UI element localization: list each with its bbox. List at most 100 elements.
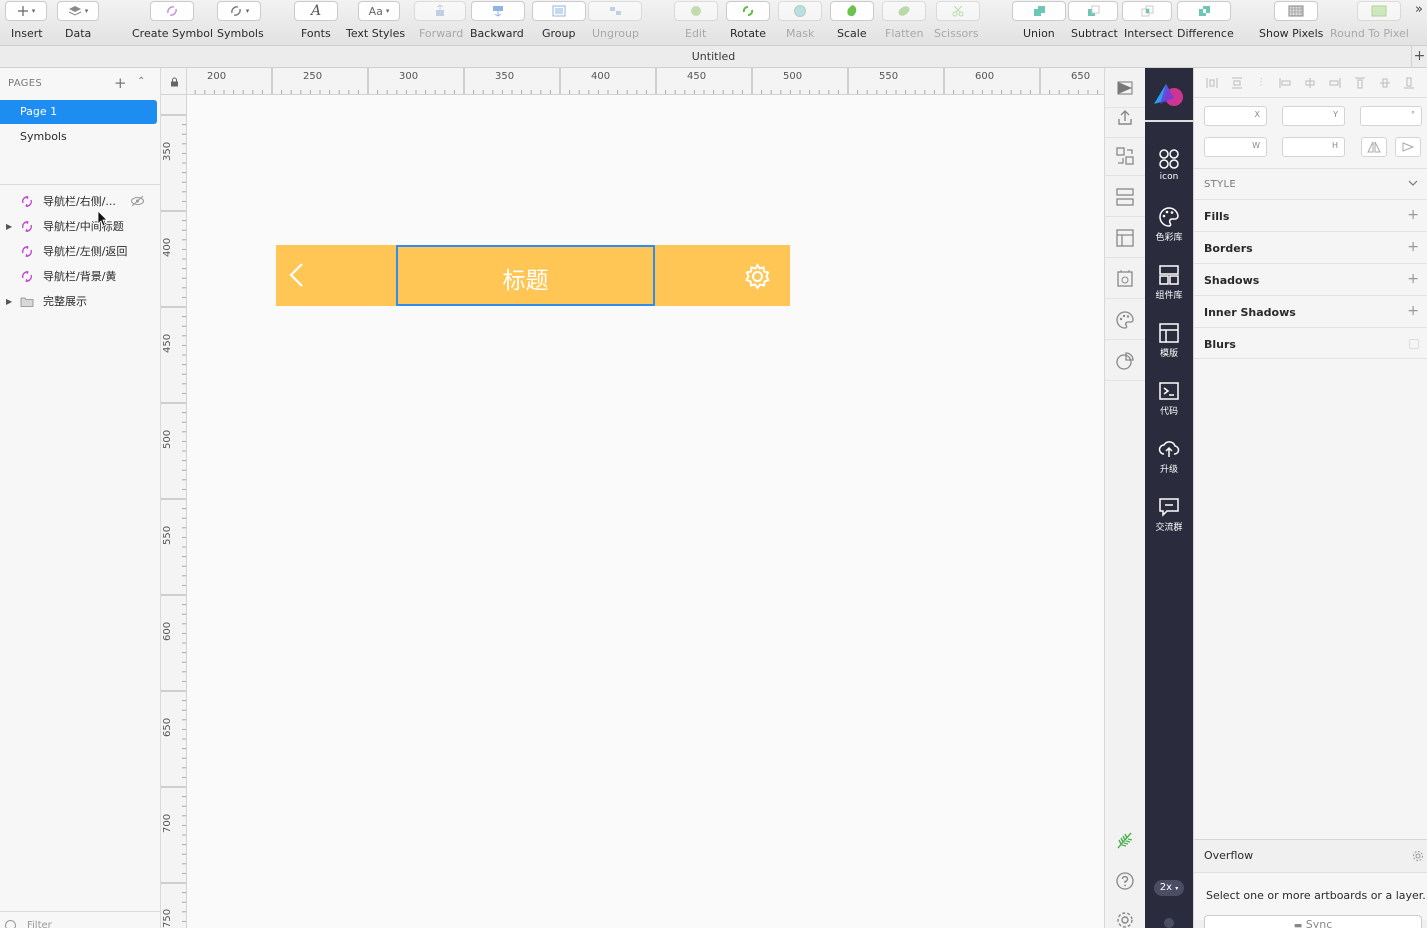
round-to-pixel-button[interactable]: Round To Pixel bbox=[1330, 0, 1410, 46]
resize-artboard-icon[interactable] bbox=[1105, 136, 1145, 176]
add-fill-plus-icon[interactable]: + bbox=[1407, 207, 1419, 223]
horizontal-ruler[interactable]: 200 250 300 350 400 450 500 550 600 650 bbox=[161, 68, 1104, 95]
align-center-horizontal-icon[interactable] bbox=[1304, 77, 1316, 89]
add-border-plus-icon[interactable]: + bbox=[1407, 239, 1419, 255]
subtract-icon bbox=[1068, 1, 1118, 21]
add-page-plus-icon[interactable]: + bbox=[114, 74, 127, 92]
lock-icon[interactable] bbox=[170, 77, 179, 87]
flip-vertical-icon[interactable] bbox=[1395, 137, 1421, 157]
icon-grid-icon bbox=[1159, 149, 1179, 169]
x-position-field[interactable]: X bbox=[1204, 106, 1267, 126]
symbol-library-icon[interactable] bbox=[1105, 259, 1145, 299]
layer-filter-bar[interactable]: Filter bbox=[0, 911, 160, 928]
hidden-eye-icon[interactable] bbox=[130, 195, 145, 207]
layer-item[interactable]: ▶ 完整展示 bbox=[0, 289, 160, 314]
fills-row[interactable]: Fills + bbox=[1194, 199, 1427, 231]
group-button[interactable]: Group bbox=[532, 0, 586, 46]
intersect-button[interactable]: Intersect bbox=[1122, 0, 1173, 46]
disclosure-triangle-icon[interactable]: ▶ bbox=[6, 214, 12, 239]
blurs-row[interactable]: Blurs bbox=[1194, 327, 1427, 359]
page-item-symbols[interactable]: Symbols bbox=[0, 125, 157, 149]
help-question-icon[interactable] bbox=[1105, 861, 1145, 901]
align-top-icon[interactable] bbox=[1354, 77, 1366, 89]
ungroup-button[interactable]: Ungroup bbox=[588, 0, 642, 46]
vertical-ruler[interactable]: 350 400 450 500 550 600 650 700 750 bbox=[161, 95, 187, 928]
add-shadow-plus-icon[interactable]: + bbox=[1407, 271, 1419, 287]
align-bottom-icon[interactable] bbox=[1403, 77, 1415, 89]
height-field[interactable]: H bbox=[1282, 137, 1345, 157]
plugin-item-upgrade[interactable]: 升级 bbox=[1145, 438, 1193, 475]
disclosure-triangle-icon[interactable]: ▶ bbox=[6, 289, 12, 314]
insert-button[interactable]: ▾ Insert bbox=[4, 0, 48, 46]
scissors-button[interactable]: Scissors bbox=[934, 0, 980, 46]
pie-chart-icon[interactable] bbox=[1105, 341, 1145, 381]
plugin-item-community[interactable]: 交流群 bbox=[1145, 496, 1193, 533]
blur-checkbox[interactable] bbox=[1409, 339, 1419, 349]
borders-row[interactable]: Borders + bbox=[1194, 231, 1427, 263]
back-arrow-icon[interactable] bbox=[288, 262, 306, 288]
spacing-icon[interactable] bbox=[1105, 177, 1145, 217]
distribute-vertical-icon[interactable] bbox=[1231, 77, 1243, 89]
collapse-pages-chevron-icon[interactable]: ⌃ bbox=[137, 76, 145, 87]
add-inner-shadow-plus-icon[interactable]: + bbox=[1407, 303, 1419, 319]
fonts-button[interactable]: A Fonts bbox=[294, 0, 338, 46]
flip-horizontal-icon[interactable] bbox=[1361, 137, 1387, 157]
create-symbol-button[interactable]: Create Symbol bbox=[131, 0, 213, 46]
rotation-field[interactable]: ° bbox=[1360, 106, 1422, 126]
layer-item[interactable]: 导航栏/背景/黄 bbox=[0, 264, 160, 289]
ungroup-label: Ungroup bbox=[592, 27, 639, 40]
backward-button[interactable]: Backward bbox=[468, 0, 526, 46]
plugin-logo-icon[interactable] bbox=[1150, 80, 1188, 110]
layers-sidebar: PAGES + ⌃ Page 1 Symbols 导航栏/右侧/... ▶ 导航… bbox=[0, 68, 161, 928]
inner-shadows-row[interactable]: Inner Shadows + bbox=[1194, 295, 1427, 327]
navigation-bar-symbol[interactable]: 标题 bbox=[276, 245, 790, 306]
rotate-button[interactable]: Rotate bbox=[726, 0, 770, 46]
color-palette-icon[interactable] bbox=[1105, 300, 1145, 340]
zoom-scale-badge[interactable]: 2x ▾ bbox=[1154, 880, 1184, 896]
settings-gear-icon[interactable] bbox=[744, 263, 771, 290]
layer-item[interactable]: 导航栏/右侧/... bbox=[0, 189, 160, 214]
width-field[interactable]: W bbox=[1204, 137, 1267, 157]
y-position-field[interactable]: Y bbox=[1282, 106, 1345, 126]
mask-button[interactable]: Mask bbox=[778, 0, 822, 46]
scale-button[interactable]: Scale bbox=[830, 0, 874, 46]
more-dots-icon[interactable]: ⋮ bbox=[1256, 77, 1266, 88]
navbar-title-selection[interactable]: 标题 bbox=[396, 245, 655, 306]
export-upload-icon[interactable] bbox=[1105, 98, 1145, 138]
design-canvas[interactable]: 标题 bbox=[187, 95, 1104, 928]
new-tab-plus-icon[interactable]: + bbox=[1411, 46, 1427, 67]
show-pixels-button[interactable]: Show Pixels bbox=[1259, 0, 1323, 46]
plugin-item-color-library[interactable]: 色彩库 bbox=[1145, 206, 1193, 243]
plugin-item-icon[interactable]: icon bbox=[1145, 148, 1193, 182]
text-styles-button[interactable]: Aa ▾ Text Styles bbox=[346, 0, 405, 46]
edit-button[interactable]: Edit bbox=[674, 0, 718, 46]
align-right-icon[interactable] bbox=[1329, 77, 1341, 89]
data-button[interactable]: ▾ Data bbox=[57, 0, 99, 46]
align-left-icon[interactable] bbox=[1279, 77, 1291, 89]
forward-button[interactable]: Forward bbox=[414, 0, 466, 46]
plugin-item-component-library[interactable]: 组件库 bbox=[1145, 264, 1193, 301]
subtract-button[interactable]: Subtract bbox=[1068, 0, 1118, 46]
ruler-label: 400 bbox=[591, 71, 611, 82]
distribute-horizontal-icon[interactable] bbox=[1206, 77, 1218, 89]
sync-button[interactable]: ▬ Sync bbox=[1204, 915, 1422, 928]
leaf-plugin-icon[interactable] bbox=[1105, 820, 1145, 860]
difference-label: Difference bbox=[1177, 27, 1234, 40]
page-item-page-1[interactable]: Page 1 bbox=[0, 100, 157, 124]
difference-button[interactable]: Difference bbox=[1175, 0, 1234, 46]
union-button[interactable]: Union bbox=[1012, 0, 1066, 46]
plugin-item-code[interactable]: 代码 bbox=[1145, 380, 1193, 417]
overflow-settings-gear-icon[interactable] bbox=[1412, 850, 1424, 862]
plugin-item-template[interactable]: 模版 bbox=[1145, 322, 1193, 359]
plugin-collapse-icon[interactable] bbox=[1164, 918, 1174, 928]
flatten-button[interactable]: Flatten bbox=[882, 0, 926, 46]
layer-item[interactable]: 导航栏/左侧/返回 bbox=[0, 239, 160, 264]
layer-item[interactable]: ▶ 导航栏/中间标题 bbox=[0, 214, 160, 239]
layout-icon[interactable] bbox=[1105, 218, 1145, 258]
align-middle-vertical-icon[interactable] bbox=[1379, 77, 1391, 89]
settings-gear-icon[interactable] bbox=[1105, 900, 1145, 928]
style-section-header[interactable]: STYLE bbox=[1194, 168, 1427, 198]
toolbar-overflow-chevron-icon[interactable]: » bbox=[1415, 2, 1423, 17]
shadows-row[interactable]: Shadows + bbox=[1194, 263, 1427, 295]
symbols-button[interactable]: ▾ Symbols bbox=[216, 0, 264, 46]
